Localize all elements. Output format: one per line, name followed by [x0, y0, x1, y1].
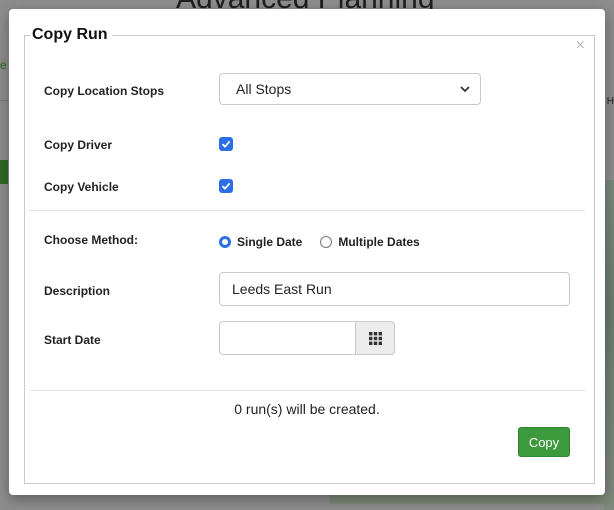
single-date-option[interactable]: Single Date: [219, 235, 302, 249]
calendar-button[interactable]: [355, 321, 395, 355]
background-right-text-1: H: [606, 96, 614, 107]
copy-location-stops-label: Copy Location Stops: [44, 84, 164, 98]
modal-title: Copy Run: [30, 26, 112, 44]
copy-location-stops-select[interactable]: All Stops: [219, 73, 481, 105]
runs-summary-text: 0 run(s) will be created.: [234, 401, 380, 417]
multiple-dates-label: Multiple Dates: [338, 235, 420, 249]
single-date-radio[interactable]: [219, 236, 231, 248]
start-date-label: Start Date: [44, 333, 101, 347]
calendar-grid-icon: [368, 331, 382, 345]
choose-method-label: Choose Method:: [44, 233, 138, 247]
background-map-bottom: [330, 494, 614, 504]
multiple-dates-radio[interactable]: [320, 236, 333, 248]
description-label: Description: [44, 284, 111, 298]
single-date-label: Single Date: [237, 235, 303, 249]
close-icon[interactable]: ×: [576, 38, 585, 54]
chevron-down-icon: [460, 86, 470, 93]
background-left-bar: [0, 160, 8, 184]
copy-location-stops-value: All Stops: [236, 81, 292, 97]
checkmark-icon: [221, 140, 231, 148]
copy-run-modal: Copy Run × Copy Location Stops All Stops…: [9, 9, 605, 495]
copy-vehicle-label: Copy Vehicle: [44, 180, 119, 194]
description-input[interactable]: Leeds East Run: [219, 272, 570, 306]
choose-method-radio-group: Single Date Multiple Dates: [219, 235, 438, 249]
background-left-text: e: [0, 58, 7, 72]
copy-vehicle-checkbox[interactable]: [219, 179, 233, 193]
multiple-dates-option[interactable]: Multiple Dates: [320, 235, 420, 249]
footer-divider: [29, 390, 585, 391]
copy-driver-label: Copy Driver: [44, 138, 113, 152]
checkmark-icon: [221, 182, 231, 190]
start-date-input[interactable]: [219, 321, 356, 355]
section-divider: [29, 210, 585, 211]
copy-button[interactable]: Copy: [518, 427, 570, 457]
background-map-strip: [604, 180, 614, 510]
background-divider: [0, 100, 8, 101]
copy-driver-checkbox[interactable]: [219, 137, 233, 151]
